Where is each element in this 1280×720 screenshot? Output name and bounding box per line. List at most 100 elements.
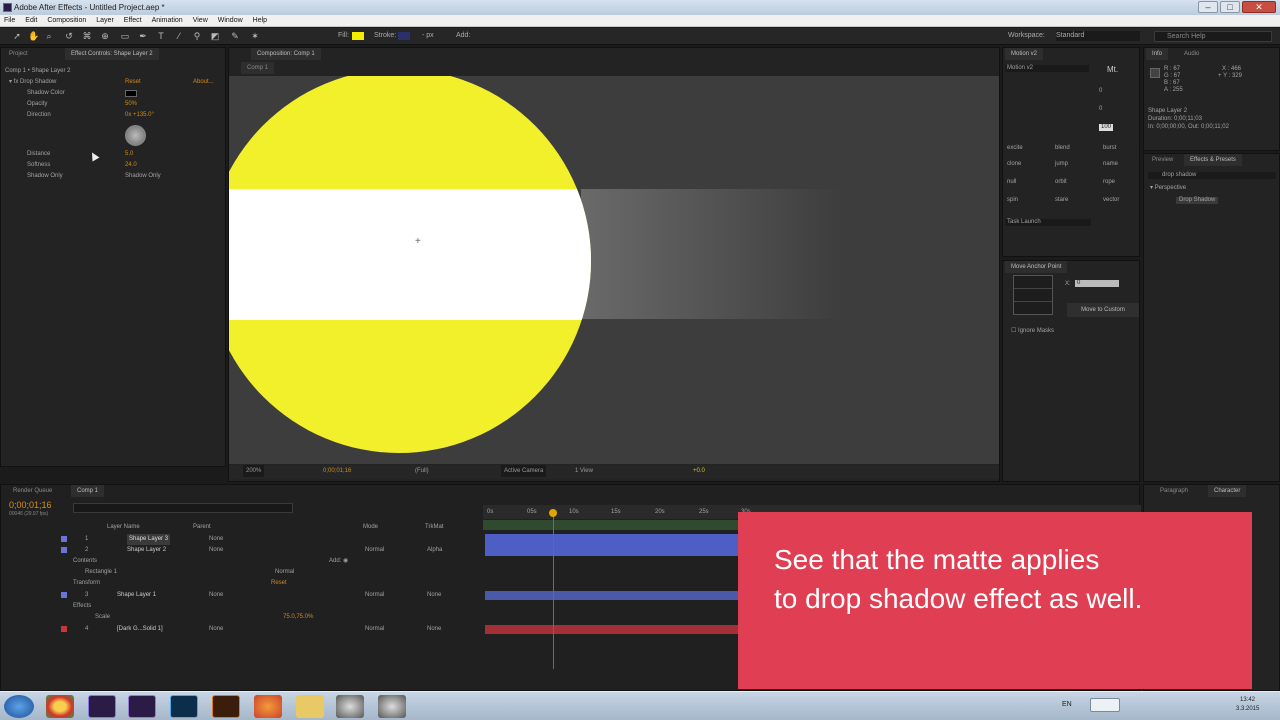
- motion-btn-burst[interactable]: burst: [1103, 145, 1116, 152]
- close-button[interactable]: ✕: [1242, 1, 1276, 13]
- menu-effect[interactable]: Effect: [124, 15, 142, 26]
- direction-dial[interactable]: [125, 125, 146, 146]
- menu-composition[interactable]: Composition: [47, 15, 86, 26]
- layer-name[interactable]: Shape Layer 2: [127, 545, 166, 556]
- zoom-select[interactable]: 200%: [243, 465, 265, 477]
- selection-tool-icon[interactable]: ➚: [12, 31, 22, 41]
- menu-help[interactable]: Help: [253, 15, 267, 26]
- work-area-bar[interactable]: [483, 520, 741, 530]
- layer-trkmat[interactable]: None: [427, 624, 441, 635]
- workspace-select[interactable]: Standard: [1056, 31, 1140, 41]
- effects-category-perspective[interactable]: ▾ Perspective: [1150, 185, 1186, 192]
- tab-preview[interactable]: Preview: [1146, 154, 1179, 166]
- layer-bar-3[interactable]: [485, 591, 741, 600]
- about-link[interactable]: About...: [193, 79, 214, 86]
- layer-name[interactable]: [Dark G...Solid 1]: [117, 624, 163, 635]
- motion-btn-excite[interactable]: excite: [1007, 145, 1023, 152]
- clock-date[interactable]: 3.3.2015: [1236, 706, 1259, 712]
- layer-trkmat[interactable]: Alpha: [427, 545, 442, 556]
- motion-field-2[interactable]: 0: [1099, 106, 1102, 113]
- tab-audio[interactable]: Audio: [1178, 48, 1205, 60]
- minimize-button[interactable]: –: [1198, 1, 1218, 13]
- effects-item-drop-shadow[interactable]: Drop Shadow: [1176, 197, 1219, 204]
- composition-viewer[interactable]: +: [229, 76, 999, 464]
- layer-row-2[interactable]: 2 Shape Layer 2 None Normal Alpha: [1, 545, 481, 556]
- tab-effect-controls[interactable]: Effect Controls: Shape Layer 2: [65, 48, 159, 60]
- motion-btn-jump[interactable]: jump: [1055, 161, 1068, 168]
- distance-value[interactable]: 5.0: [125, 151, 133, 158]
- photoshop-icon[interactable]: [170, 695, 198, 718]
- ignore-masks-checkbox[interactable]: ☐ Ignore Masks: [1011, 328, 1054, 335]
- move-to-custom-button[interactable]: Move to Custom: [1067, 303, 1139, 317]
- comp-timecode[interactable]: 0;00;01;16: [323, 465, 351, 477]
- layer-bar-2[interactable]: [485, 545, 741, 556]
- camera-tool-icon[interactable]: ⌘: [82, 31, 92, 41]
- anchor-x-input[interactable]: 0: [1075, 280, 1119, 287]
- views-select[interactable]: 1 View: [575, 465, 593, 477]
- type-tool-icon[interactable]: T: [156, 31, 166, 41]
- opacity-value[interactable]: 50%: [125, 101, 137, 108]
- effects-search-input[interactable]: drop shadow: [1148, 172, 1276, 179]
- tab-render-queue[interactable]: Render Queue: [7, 485, 58, 497]
- motion-btn-name[interactable]: name: [1103, 161, 1118, 168]
- layer-mode[interactable]: Normal: [365, 590, 384, 601]
- search-help-input[interactable]: Search Help: [1154, 31, 1272, 42]
- tray-input-icon[interactable]: [1090, 698, 1120, 712]
- illustrator-icon[interactable]: [212, 695, 240, 718]
- transform-reset-link[interactable]: Reset: [271, 578, 287, 589]
- puppet-tool-icon[interactable]: ✶: [250, 31, 260, 41]
- timeline-search-input[interactable]: [73, 503, 293, 513]
- stroke-width-value[interactable]: - px: [422, 31, 434, 41]
- premiere-icon[interactable]: [128, 695, 156, 718]
- property-row-contents[interactable]: Contents Add: ◉: [1, 556, 481, 567]
- layer-mode[interactable]: Normal: [365, 624, 384, 635]
- media-encoder-icon[interactable]: [254, 695, 282, 718]
- after-effects-taskbar-icon[interactable]: [88, 695, 116, 718]
- brush-tool-icon[interactable]: ⁄: [174, 31, 184, 41]
- layer-row-1[interactable]: 1 Shape Layer 3 None: [1, 534, 481, 545]
- property-mode[interactable]: Normal: [275, 567, 294, 578]
- layer-parent[interactable]: None: [209, 545, 223, 556]
- rotate-tool-icon[interactable]: ↺: [64, 31, 74, 41]
- clone-stamp-tool-icon[interactable]: ⚲: [192, 31, 202, 41]
- effect-name[interactable]: ▾ fx Drop Shadow: [9, 79, 56, 86]
- direction-value[interactable]: 0x +135.0°: [125, 112, 154, 119]
- motion-btn-stare[interactable]: stare: [1055, 197, 1068, 204]
- stroke-color-swatch[interactable]: [398, 32, 410, 40]
- exposure-offset[interactable]: +0.0: [693, 465, 705, 477]
- header-mode[interactable]: Mode: [363, 524, 378, 531]
- motion-btn-clone[interactable]: clone: [1007, 161, 1021, 168]
- tab-effects-presets[interactable]: Effects & Presets: [1184, 154, 1242, 166]
- anchor-grid[interactable]: [1013, 275, 1053, 315]
- chrome-icon[interactable]: [46, 695, 74, 718]
- property-row-transform[interactable]: Transform Reset: [1, 578, 481, 589]
- layer-row-4[interactable]: 4 [Dark G...Solid 1] None Normal None: [1, 624, 481, 635]
- menu-view[interactable]: View: [193, 15, 208, 26]
- app-icon[interactable]: [378, 695, 406, 718]
- shadow-only-checkbox[interactable]: Shadow Only: [125, 173, 161, 180]
- file-explorer-icon[interactable]: [296, 695, 324, 718]
- menu-file[interactable]: File: [4, 15, 15, 26]
- tab-project[interactable]: Project: [3, 48, 34, 60]
- roto-brush-tool-icon[interactable]: ✎: [230, 31, 240, 41]
- layer-trkmat[interactable]: None: [427, 590, 441, 601]
- tab-character[interactable]: Character: [1208, 485, 1247, 497]
- start-button-icon[interactable]: [4, 695, 34, 718]
- shadow-color-swatch[interactable]: [125, 90, 137, 97]
- rectangle-tool-icon[interactable]: ▭: [120, 31, 130, 41]
- property-row-effects[interactable]: Effects: [1, 601, 481, 612]
- fill-color-swatch[interactable]: [352, 32, 364, 40]
- header-parent[interactable]: Parent: [193, 524, 211, 531]
- layer-parent[interactable]: None: [209, 590, 223, 601]
- add-contents-button[interactable]: Add: ◉: [329, 556, 348, 567]
- menu-animation[interactable]: Animation: [152, 15, 183, 26]
- tab-paragraph[interactable]: Paragraph: [1154, 485, 1194, 497]
- menu-window[interactable]: Window: [218, 15, 243, 26]
- media-player-icon[interactable]: [336, 695, 364, 718]
- layer-bar-4[interactable]: [485, 625, 741, 634]
- motion-btn-rope[interactable]: rope: [1103, 179, 1115, 186]
- motion-btn-spin[interactable]: spin: [1007, 197, 1018, 204]
- comp-subtab[interactable]: Comp 1: [241, 62, 275, 74]
- tab-move-anchor[interactable]: Move Anchor Point: [1005, 261, 1068, 273]
- scale-value[interactable]: 75.0,75.0%: [283, 612, 313, 623]
